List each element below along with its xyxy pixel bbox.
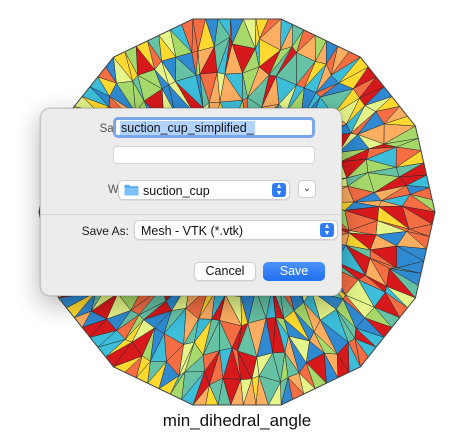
chevron-down-icon: ⌄ <box>302 183 312 194</box>
format-label: Save As: <box>81 224 129 238</box>
location-select[interactable]: suction_cup ▲ ▼ <box>118 180 290 200</box>
expand-dialog-button[interactable]: ⌄ <box>298 180 316 198</box>
format-select[interactable]: Mesh - VTK (*.vtk) ▲ ▼ <box>134 220 338 240</box>
stage: min_dihedral_angle Save As: suction_cup_… <box>0 0 474 437</box>
format-value: Mesh - VTK (*.vtk) <box>141 224 244 238</box>
folder-icon <box>124 184 139 199</box>
filename-input[interactable]: suction_cup_simplified_ <box>113 117 315 138</box>
tags-input[interactable] <box>113 146 315 164</box>
divider <box>41 214 341 215</box>
filename-text: suction_cup_simplified_ <box>120 121 255 135</box>
chevron-updown-icon: ▲ ▼ <box>272 183 286 197</box>
save-dialog: Save As: suction_cup_simplified_ Tags: W… <box>40 108 342 296</box>
cancel-button[interactable]: Cancel <box>194 262 256 281</box>
location-value: suction_cup <box>143 184 210 198</box>
mesh-caption: min_dihedral_angle <box>162 411 312 430</box>
save-button[interactable]: Save <box>263 262 325 281</box>
chevron-updown-icon: ▲ ▼ <box>320 223 334 237</box>
